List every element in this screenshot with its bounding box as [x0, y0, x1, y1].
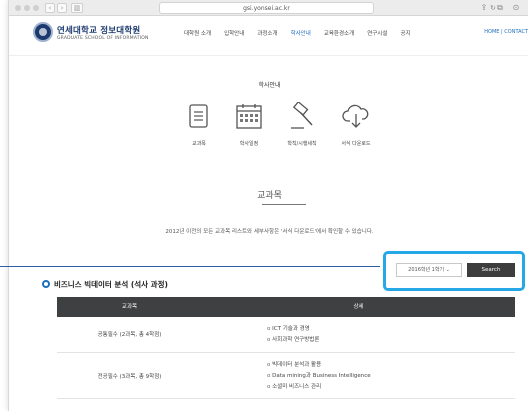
nav-item-environment[interactable]: 교육환경소개 [324, 29, 354, 37]
close-window-icon[interactable] [15, 5, 21, 11]
course-item: ICT 기술과 경영 [267, 324, 319, 335]
tabs-icon[interactable]: ⧉ [495, 3, 505, 13]
row-category: 전공필수 (3과목, 총 9학점) [97, 374, 162, 380]
back-button[interactable]: ‹ [45, 3, 55, 13]
table-header: 교과목 상세 [57, 297, 515, 317]
course-item: 사회과학 연구방법론 [267, 335, 319, 346]
track-title-text: 비즈니스 빅데이터 분석 (석사 과정) [54, 280, 168, 289]
callout-leader-line [0, 266, 380, 267]
course-table: 교과목 상세 공통필수 (2과목, 총 4학점) ICT 기술과 경영 사회과학… [57, 297, 515, 399]
search-button[interactable]: Search [467, 263, 515, 277]
notice-text: 2012년 이전의 모든 교과목 리스트와 세부사항은 '서식 다운로드'에서 … [165, 229, 374, 235]
site-logo-name[interactable]: 연세대학교 정보대학원 [57, 24, 140, 36]
course-item: 소셜미 비즈니스 관리 [267, 382, 371, 393]
quick-item-label: 교과목 [192, 141, 206, 147]
page-title: 교과목 [257, 191, 282, 201]
quick-item-downloads[interactable]: 서식 다운로드 [336, 100, 376, 147]
book-icon [179, 100, 219, 132]
university-seal-logo[interactable] [33, 22, 53, 42]
quick-item-label: 학사일정 [239, 141, 259, 147]
calendar-icon [229, 100, 269, 132]
bullet-icon [42, 280, 50, 288]
cloud-download-icon [336, 100, 376, 132]
gavel-icon [282, 100, 322, 132]
downloads-icon[interactable]: ⊙ [511, 3, 521, 13]
nav-item-admission[interactable]: 입학안내 [224, 29, 244, 37]
main-navigation: 대학원 소개 입학안내 과정소개 학사안내 교육환경소개 연구시설 공지 [184, 29, 411, 37]
nav-item-notice[interactable]: 공지 [400, 29, 410, 37]
utility-links[interactable]: HOME | CONTACT [484, 29, 528, 35]
nav-item-research[interactable]: 연구시설 [367, 29, 387, 37]
quick-item-regulations[interactable]: 학칙/시행세칙 [282, 100, 322, 147]
quick-item-calendar[interactable]: 학사일정 [229, 100, 269, 147]
site-logo-subtitle: GRADUATE SCHOOL OF INFORMATION [57, 36, 149, 41]
column-header-detail: 상세 [353, 304, 364, 310]
forward-button[interactable]: › [57, 3, 67, 13]
course-item: Data mining과 Business Intelligence [267, 371, 371, 382]
zoom-window-icon[interactable] [33, 5, 39, 11]
browser-window: ‹ › ▥ gsi.yonsei.ac.kr ↻ ⇪ ⧉ ⊙ 연세대학교 정보대… [8, 0, 528, 411]
quick-item-label: 학칙/시행세칙 [287, 141, 317, 147]
quick-menu: 교과목 학사일정 학칙/시행세칙 서식 다운로드 [184, 100, 384, 150]
sidebar-toggle-icon[interactable]: ▥ [71, 3, 83, 13]
row-courses: 빅데이터 분석과 활용 Data mining과 Business Intell… [267, 360, 371, 393]
quick-menu-title: 학사안내 [258, 82, 281, 89]
course-item: 빅데이터 분석과 활용 [267, 360, 371, 371]
track-title: 비즈니스 빅데이터 분석 (석사 과정) [42, 279, 168, 290]
address-bar-url: gsi.yonsei.ac.kr [243, 5, 290, 12]
table-row: 전공필수 (3과목, 총 9학점) 빅데이터 분석과 활용 Data minin… [57, 353, 515, 399]
table-row: 공통필수 (2과목, 총 4학점) ICT 기술과 경영 사회과학 연구방법론 [57, 317, 515, 353]
browser-toolbar: ‹ › ▥ gsi.yonsei.ac.kr ↻ ⇪ ⧉ ⊙ [9, 0, 528, 16]
minimize-window-icon[interactable] [24, 5, 30, 11]
nav-item-programs[interactable]: 과정소개 [257, 29, 277, 37]
address-bar[interactable]: gsi.yonsei.ac.kr ↻ [159, 2, 496, 14]
title-underline [262, 204, 306, 205]
quick-item-label: 서식 다운로드 [341, 141, 371, 147]
row-courses: ICT 기술과 경영 사회과학 연구방법론 [267, 324, 319, 346]
row-category: 공통필수 (2과목, 총 4학점) [97, 332, 162, 338]
quick-item-courses[interactable]: 교과목 [179, 100, 219, 147]
column-header-course: 교과목 [121, 304, 138, 310]
share-icon[interactable]: ⇪ [479, 3, 489, 13]
nav-item-academics[interactable]: 학사안내 [291, 29, 311, 37]
nav-item-about[interactable]: 대학원 소개 [184, 29, 211, 37]
semester-select[interactable]: 2016학년 1학기 ⌄ [396, 263, 462, 277]
